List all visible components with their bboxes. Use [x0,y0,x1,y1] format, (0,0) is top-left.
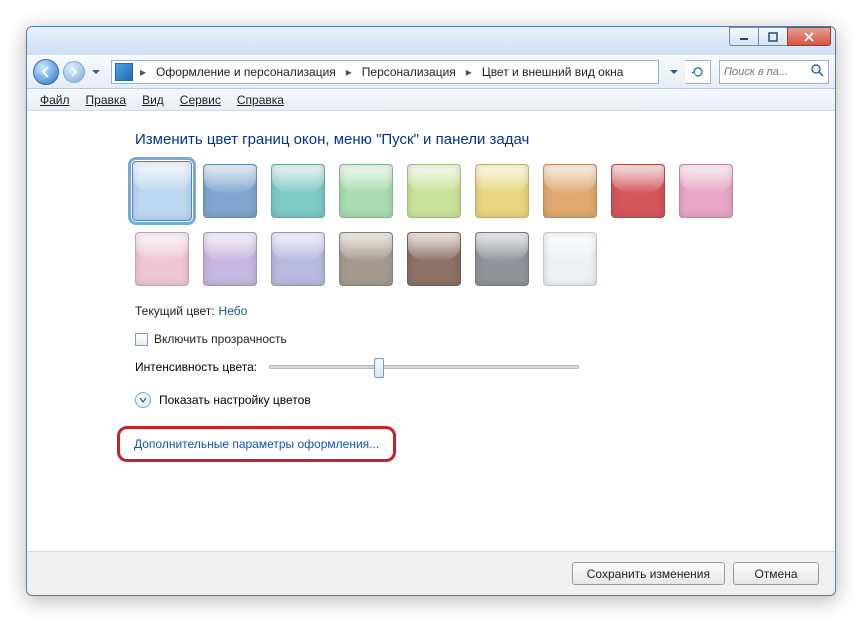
search-box[interactable] [719,60,829,84]
color-swatch-lavender[interactable] [271,232,325,286]
transparency-row[interactable]: Включить прозрачность [135,332,815,346]
chevron-down-icon [670,70,678,75]
window-controls [730,27,831,46]
cancel-button[interactable]: Отмена [733,562,819,585]
show-mixer-toggle[interactable]: Показать настройку цветов [135,392,815,408]
menu-help[interactable]: Справка [230,91,291,109]
page-title: Изменить цвет границ окон, меню "Пуск" и… [135,131,815,148]
menu-file[interactable]: Файл [33,91,77,109]
color-swatch-lime[interactable] [407,164,461,218]
navigation-bar: ▸ Оформление и персонализация ▸ Персонал… [27,55,835,89]
intensity-row: Интенсивность цвета: [135,360,815,374]
color-swatch-Небо[interactable] [132,161,192,221]
color-swatch-blush[interactable] [135,232,189,286]
show-mixer-label: Показать настройку цветов [159,393,311,407]
back-arrow-icon [40,66,52,78]
color-swatch-twilight[interactable] [203,164,257,218]
refresh-icon [691,65,705,79]
advanced-appearance-link[interactable]: Дополнительные параметры оформления... [134,437,379,451]
menu-edit[interactable]: Правка [79,91,134,109]
address-bar[interactable]: ▸ Оформление и персонализация ▸ Персонал… [111,60,659,84]
breadcrumb-item[interactable]: Цвет и внешний вид окна [476,61,630,83]
titlebar[interactable] [27,27,835,55]
color-swatch-violet[interactable] [203,232,257,286]
content-area: Изменить цвет границ окон, меню "Пуск" и… [27,113,835,551]
color-swatch-leaf[interactable] [339,164,393,218]
chevron-down-icon [92,70,100,75]
menu-tools[interactable]: Сервис [173,91,228,109]
window-frame: ▸ Оформление и персонализация ▸ Персонал… [26,26,836,596]
color-swatch-slate[interactable] [475,232,529,286]
color-swatch-sun[interactable] [475,164,529,218]
color-swatch-pumpkin[interactable] [543,164,597,218]
forward-button[interactable] [63,61,85,83]
color-swatch-frost[interactable] [543,232,597,286]
close-button[interactable] [787,27,831,46]
expand-button[interactable] [135,392,151,408]
search-input[interactable] [724,66,804,78]
maximize-icon [768,32,778,42]
history-dropdown[interactable] [89,61,103,83]
color-swatch-fuchsia[interactable] [679,164,733,218]
close-icon [804,32,814,42]
chevron-down-icon [139,396,147,404]
footer-bar: Сохранить изменения Отмена [27,551,835,595]
back-button[interactable] [33,59,59,85]
breadcrumb-item[interactable]: Персонализация [356,61,462,83]
control-panel-icon [115,63,133,81]
forward-arrow-icon [69,67,79,77]
save-button[interactable]: Сохранить изменения [572,562,725,585]
current-color-value: Небо [219,304,248,318]
maximize-button[interactable] [758,27,788,46]
breadcrumb-separator[interactable]: ▸ [136,61,150,83]
current-color-label: Текущий цвет: [135,304,215,318]
menu-view[interactable]: Вид [135,91,171,109]
breadcrumb-item[interactable]: Оформление и персонализация [150,61,342,83]
minimize-icon [739,32,749,42]
breadcrumb-separator[interactable]: ▸ [342,61,356,83]
breadcrumb-separator[interactable]: ▸ [462,61,476,83]
menu-bar: Файл Правка Вид Сервис Справка [27,89,835,111]
breadcrumb: ▸ Оформление и персонализация ▸ Персонал… [136,61,629,83]
color-swatch-taupe[interactable] [339,232,393,286]
refresh-button[interactable] [685,60,711,84]
current-color-row: Текущий цвет: Небо [135,304,815,318]
color-swatch-ruby[interactable] [611,164,665,218]
highlight-annotation: Дополнительные параметры оформления... [117,426,396,462]
color-swatch-sea[interactable] [271,164,325,218]
intensity-slider[interactable] [269,365,579,369]
color-swatch-grid [135,164,735,286]
intensity-label: Интенсивность цвета: [135,360,257,374]
transparency-label: Включить прозрачность [154,332,287,346]
slider-thumb[interactable] [374,358,384,378]
transparency-checkbox[interactable] [135,333,148,346]
address-dropdown[interactable] [667,61,681,83]
search-icon[interactable] [811,64,824,80]
minimize-button[interactable] [729,27,759,46]
color-swatch-chocolate[interactable] [407,232,461,286]
